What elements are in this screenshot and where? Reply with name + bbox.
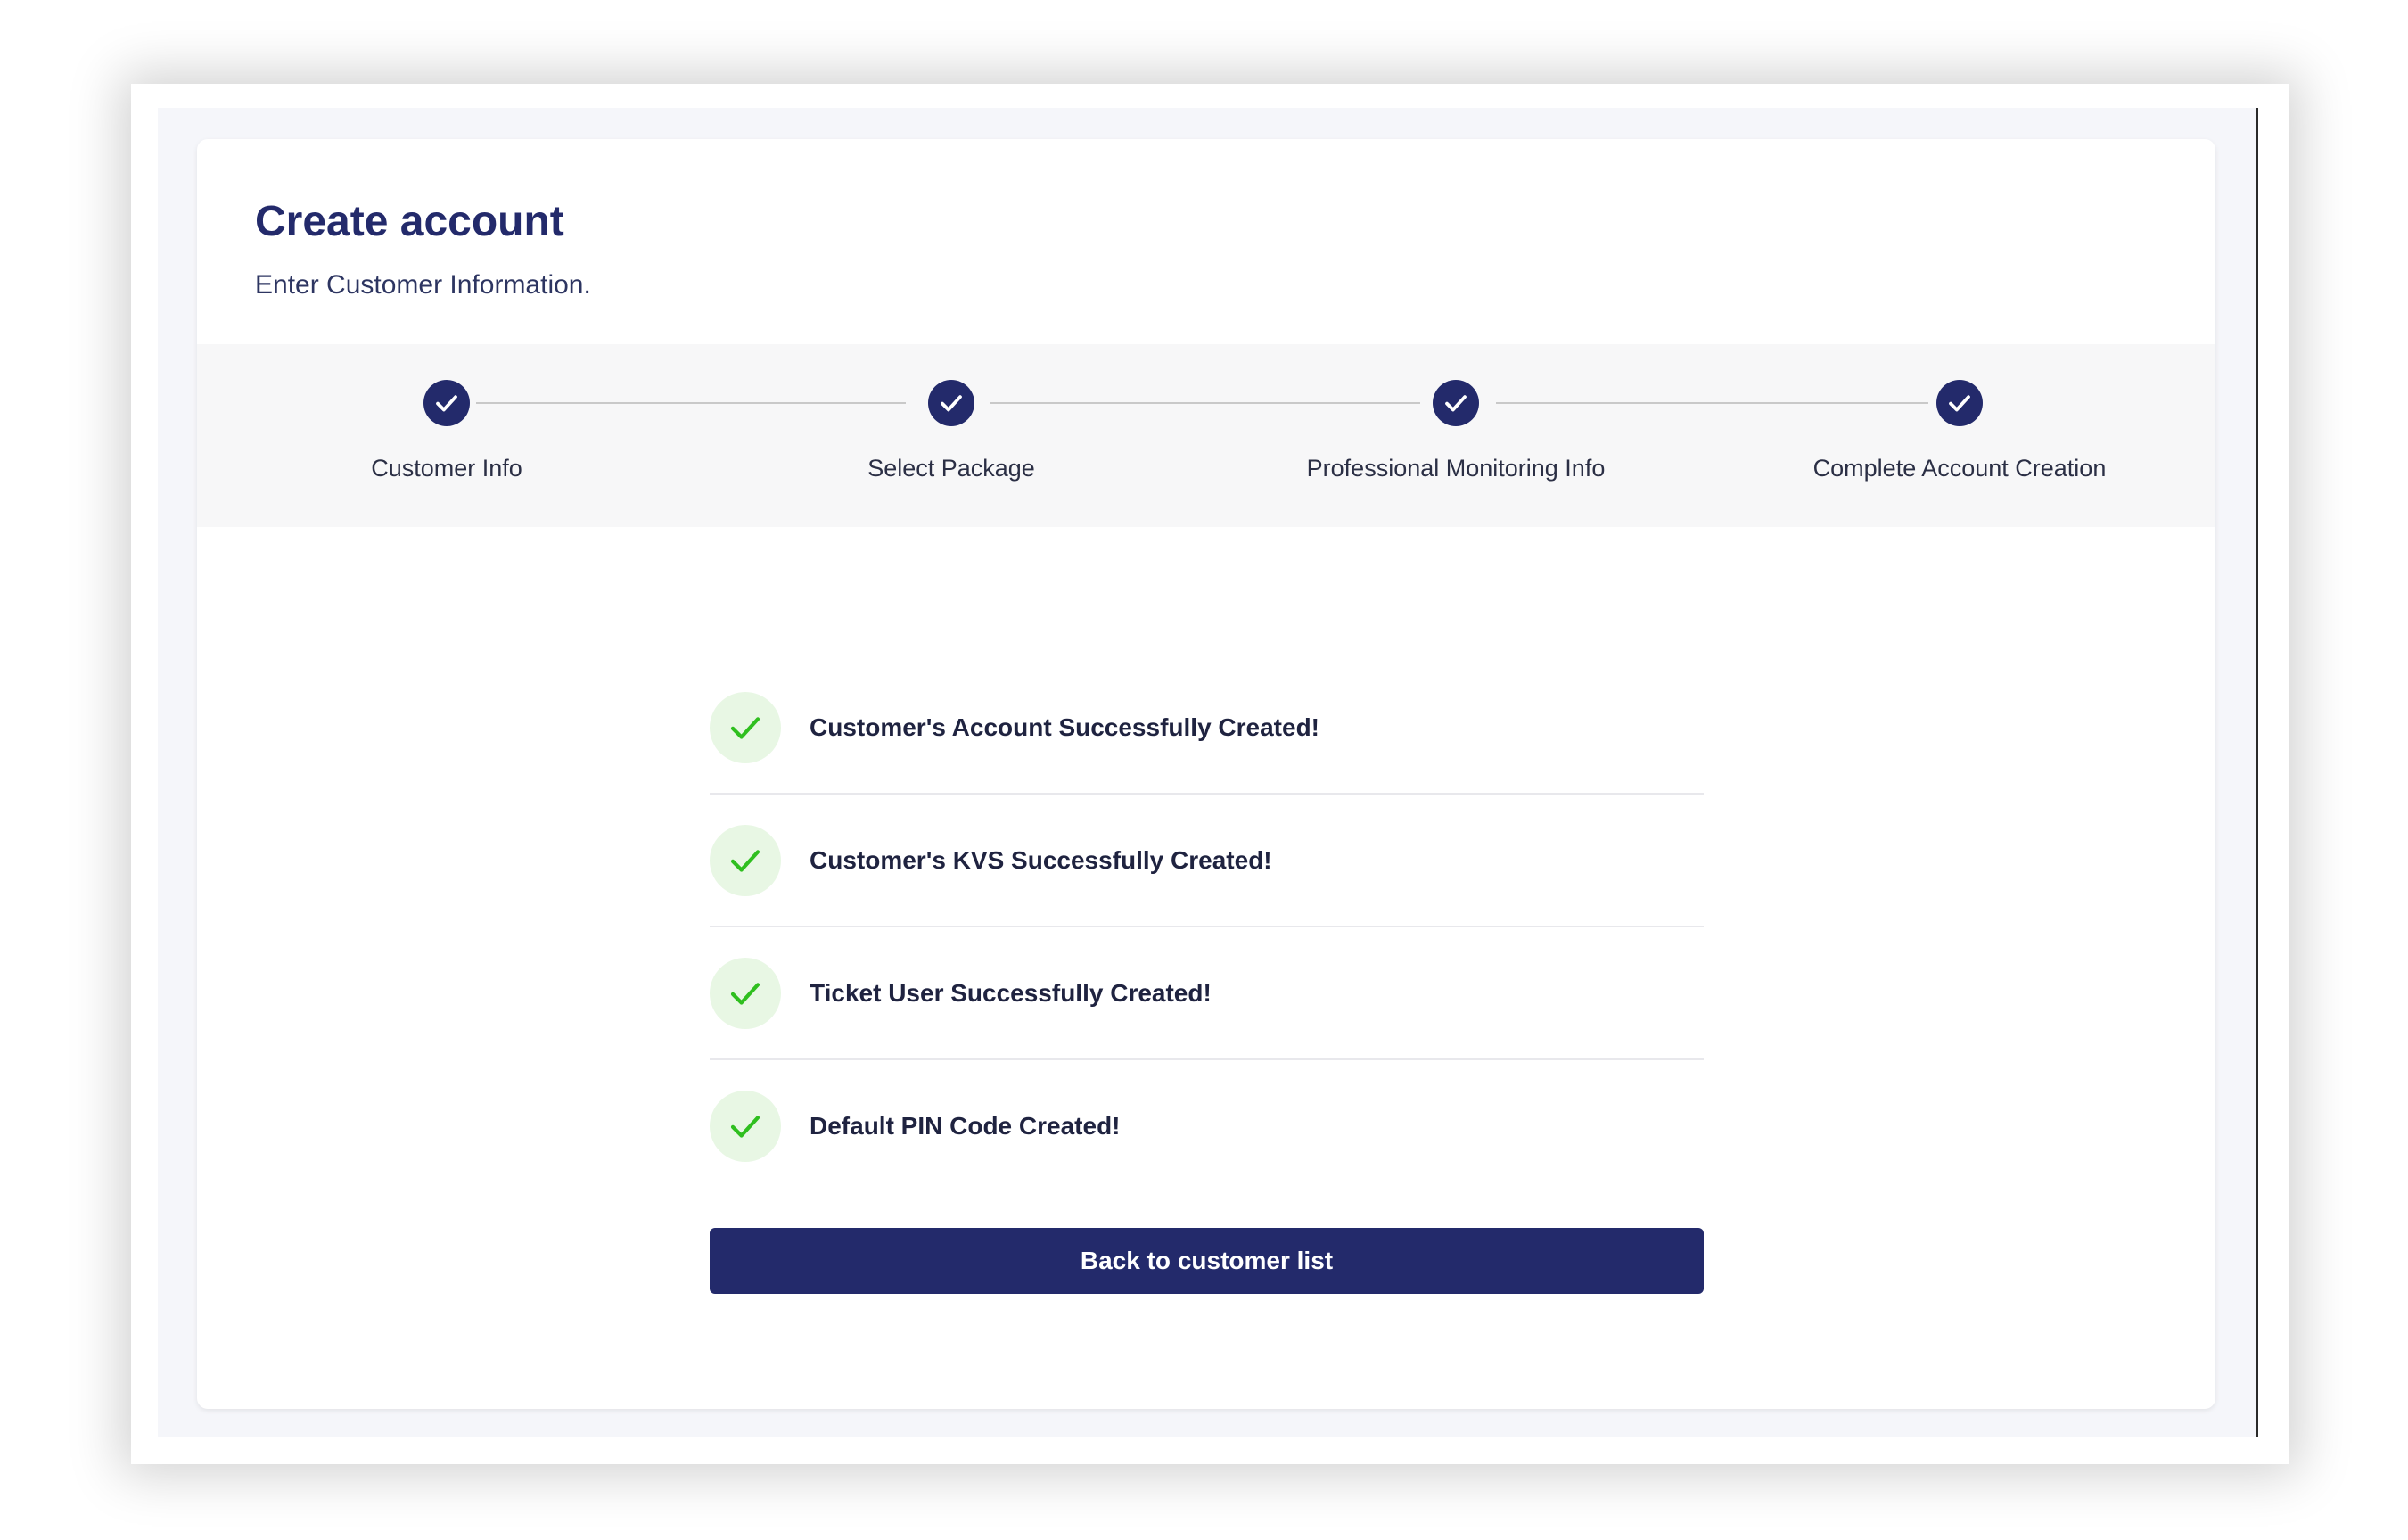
step-label: Complete Account Creation: [1812, 455, 2107, 482]
step-professional-monitoring-info[interactable]: Professional Monitoring Info: [1206, 344, 1705, 527]
step-complete-check-icon: [1936, 380, 1983, 426]
progress-stepper: Customer Info Select Package Professiona…: [197, 344, 2215, 527]
step-select-package[interactable]: Select Package: [702, 344, 1201, 527]
create-account-card: Create account Enter Customer Informatio…: [197, 139, 2215, 1409]
result-message: Ticket User Successfully Created!: [810, 978, 1212, 1007]
step-label: Customer Info: [371, 455, 522, 482]
success-check-icon: [710, 1090, 781, 1162]
result-item-pin-code: Default PIN Code Created!: [710, 1060, 1704, 1191]
success-check-icon: [710, 824, 781, 896]
result-message: Default PIN Code Created!: [810, 1111, 1121, 1140]
back-to-customer-list-button[interactable]: Back to customer list: [710, 1228, 1704, 1294]
page-subtitle: Enter Customer Information.: [255, 270, 591, 300]
step-label: Select Package: [867, 455, 1035, 482]
success-check-icon: [710, 691, 781, 763]
step-complete-account-creation[interactable]: Complete Account Creation: [1710, 344, 2209, 527]
window-edge: [2256, 108, 2258, 1437]
step-complete-check-icon: [423, 380, 470, 426]
creation-results-list: Customer's Account Successfully Created!…: [710, 662, 1704, 1191]
success-check-icon: [710, 957, 781, 1029]
step-complete-check-icon: [928, 380, 974, 426]
result-message: Customer's Account Successfully Created!: [810, 712, 1320, 741]
result-message: Customer's KVS Successfully Created!: [810, 845, 1272, 874]
result-item-account: Customer's Account Successfully Created!: [710, 662, 1704, 795]
step-customer-info[interactable]: Customer Info: [197, 344, 696, 527]
page-title: Create account: [255, 198, 564, 245]
step-complete-check-icon: [1433, 380, 1479, 426]
step-label: Professional Monitoring Info: [1306, 455, 1606, 482]
result-item-ticket-user: Ticket User Successfully Created!: [710, 927, 1704, 1060]
result-item-kvs: Customer's KVS Successfully Created!: [710, 795, 1704, 927]
